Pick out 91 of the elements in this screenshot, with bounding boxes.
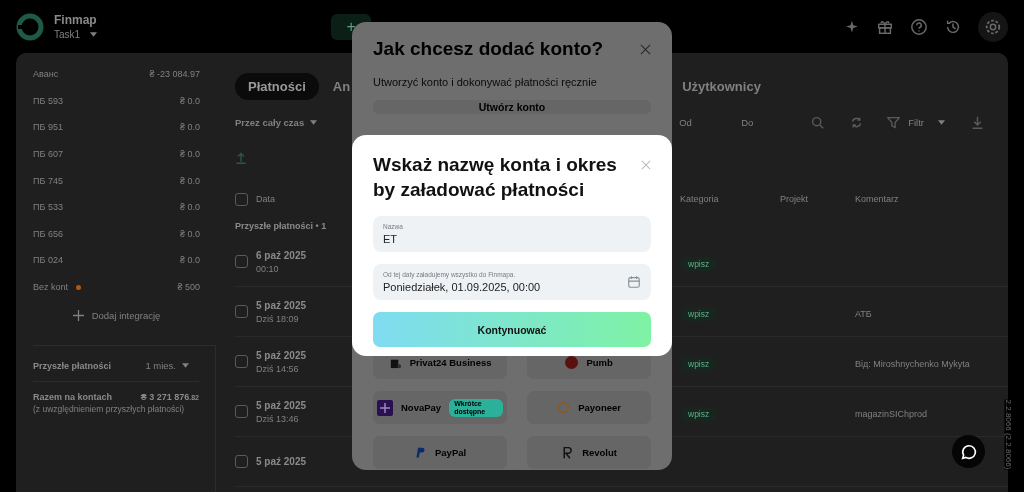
checkbox[interactable] (235, 192, 248, 206)
account-amount: ₴ 0.0 (179, 122, 200, 133)
integration-button[interactable]: Revolut (527, 436, 651, 469)
circle-logo-icon (565, 356, 579, 369)
date-cell: 5 paź 2025 (256, 456, 307, 467)
period-dropdown[interactable]: 1 mies. (145, 360, 189, 372)
account-name[interactable]: ПБ 607 (33, 149, 63, 160)
date-cell: 5 paź 2025 (256, 299, 307, 311)
date-cell: 5 paź 2025 (256, 349, 307, 361)
close-icon[interactable] (641, 160, 651, 170)
checkbox[interactable] (235, 255, 248, 268)
account-amount: ₴ 0.0 (179, 175, 200, 186)
app-name: Finmap (54, 13, 98, 27)
r-logo-icon (561, 446, 575, 459)
period-dropdown[interactable]: Przez cały czas (235, 117, 318, 128)
dialog-subtitle: Utworzyć konto i dokonywać płatności ręcznie (373, 76, 598, 88)
dialog-title: Jak chcesz dodać konto? (373, 38, 604, 60)
comment-cell: magazinSIChprod (855, 408, 928, 419)
future-payments-label: Przyszłe płatności (33, 360, 112, 371)
workspace-selector[interactable]: Task1 (54, 29, 98, 40)
from-field[interactable]: Od (679, 117, 734, 128)
account-name[interactable]: Аванс (33, 69, 59, 80)
close-icon[interactable] (640, 43, 651, 55)
account-name[interactable]: ПБ 745 (33, 175, 63, 186)
upload-icon[interactable] (235, 151, 247, 165)
caret-icon (182, 363, 189, 369)
account-name[interactable]: ПБ 593 (33, 95, 63, 106)
caret-icon (90, 32, 98, 37)
column-header: Projekt (780, 194, 809, 204)
date-cell: 5 paź 2025 (256, 399, 307, 411)
column-header: Data (256, 194, 276, 204)
time-cell: Dziś 18:09 (256, 313, 299, 324)
time-cell: Dziś 14:56 (256, 363, 299, 374)
square-logo-icon (377, 399, 393, 416)
settings-button[interactable] (978, 11, 1008, 42)
category-tag[interactable]: wpisz (680, 356, 718, 371)
create-account-button[interactable]: Utwórz konto (373, 100, 651, 114)
gear-icon (984, 17, 1002, 36)
checkbox[interactable] (235, 305, 248, 318)
category-tag[interactable]: wpisz (680, 256, 718, 271)
date-cell: 6 paź 2025 (256, 249, 307, 261)
comment-cell: Від: Miroshnychenko Mykyta (855, 358, 970, 369)
plus-icon (72, 310, 84, 322)
group-label: Przyszłe płatności • 1 (235, 221, 327, 231)
add-integration-link[interactable]: Dodaj integrację (72, 310, 161, 322)
account-amount: ₴ 0.0 (179, 149, 200, 160)
account-name[interactable]: ПБ 533 (33, 202, 63, 213)
version-label: 2.2.8066 (2.2.8066) (1004, 399, 1014, 470)
to-field[interactable]: Do (741, 117, 786, 128)
checkbox[interactable] (235, 405, 248, 418)
search-icon[interactable] (811, 116, 825, 129)
category-tag[interactable]: wpisz (680, 406, 718, 421)
download-icon[interactable] (971, 116, 984, 129)
account-name[interactable]: ПБ 951 (33, 122, 63, 133)
tab[interactable]: Użytkownicy (682, 73, 761, 100)
account-amount: ₴ 0.0 (179, 95, 200, 106)
caret-icon (938, 120, 945, 125)
filter-button[interactable]: Filtr (887, 116, 945, 129)
account-name[interactable]: ПБ 656 (33, 228, 63, 239)
account-name[interactable]: Bez kont (33, 282, 69, 293)
logo-icon (16, 12, 44, 41)
integration-button[interactable]: Payoneer (527, 391, 651, 424)
integration-button[interactable]: PayPal (373, 436, 508, 469)
refresh-icon[interactable] (850, 116, 864, 129)
tab[interactable]: Płatności (235, 73, 319, 100)
account-amount: ₴ 0.0 (179, 202, 200, 213)
account-amount: ₴ 0.0 (179, 228, 200, 239)
checkbox[interactable] (235, 455, 248, 468)
tab[interactable]: An (332, 73, 351, 100)
help-icon[interactable] (910, 17, 928, 36)
caret-icon (310, 120, 318, 125)
chat-icon (959, 442, 978, 461)
category-tag[interactable]: wpisz (680, 306, 718, 321)
calendar-icon[interactable] (627, 275, 641, 289)
p-logo-icon (414, 446, 427, 459)
continue-button[interactable]: Kontynuować (373, 312, 651, 347)
column-header: Kategoria (680, 194, 720, 204)
checkbox[interactable] (235, 355, 248, 368)
ring-logo-icon (557, 401, 571, 414)
total-note: (z uwzględnieniem przyszłych płatności) (33, 404, 185, 415)
account-amount: ₴ 500 (177, 282, 200, 293)
column-header: Komentarz (855, 194, 900, 204)
account-amount: ₴ 0.0 (179, 255, 200, 266)
dialog-title: Wskaż nazwę konta i okres by załadować płatności (373, 153, 618, 202)
time-cell: Dziś 13:46 (256, 413, 299, 424)
comment-cell: АТБ (855, 308, 872, 319)
time-cell: 00:10 (256, 263, 279, 274)
total-label: Razem na kontach (33, 392, 113, 403)
account-amount: ₴ -23 084.97 (149, 69, 200, 80)
account-name[interactable]: ПБ 024 (33, 255, 63, 266)
funnel-icon (887, 116, 901, 129)
